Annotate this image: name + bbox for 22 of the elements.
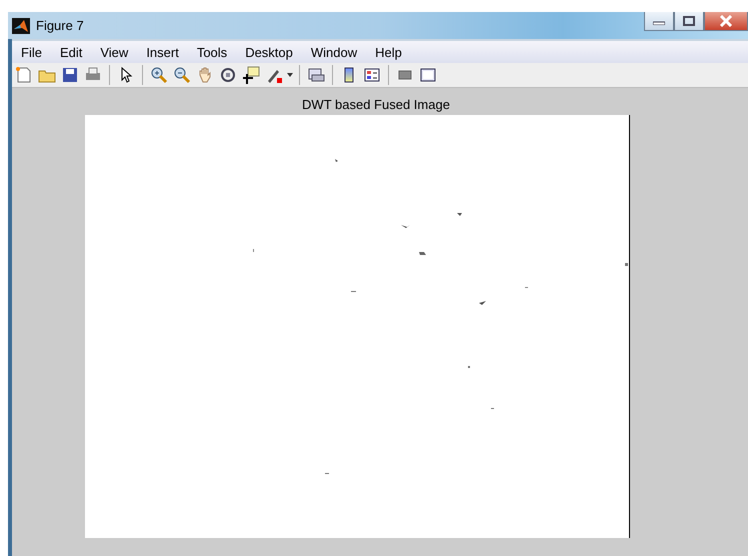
menu-item[interactable]: File [12, 44, 51, 60]
menu-item[interactable]: Edit [50, 44, 92, 60]
zoom-out-icon[interactable] [172, 65, 192, 85]
caret-icon[interactable] [287, 73, 293, 77]
save-icon[interactable] [60, 65, 80, 85]
maximize-icon [683, 16, 695, 26]
minimize-button[interactable] [644, 12, 674, 31]
maximize-button[interactable] [674, 12, 704, 31]
menu-item[interactable]: Insert [137, 44, 188, 60]
close-button[interactable] [704, 12, 748, 31]
menu-item[interactable]: Tools [188, 44, 236, 60]
menu-item[interactable]: View [91, 44, 138, 60]
logo-icon [12, 18, 30, 34]
plot-title: DWT based Fused Image [302, 97, 450, 112]
menu-item[interactable]: Desktop [236, 44, 302, 60]
window-title: Figure 7 [36, 18, 85, 33]
rotate-icon[interactable] [218, 65, 238, 85]
data-cursor-icon[interactable] [241, 65, 261, 85]
zoom-in-icon[interactable] [149, 65, 169, 85]
close-icon [719, 15, 733, 27]
menu-item[interactable]: Help [366, 44, 411, 60]
menu-item[interactable]: Window [302, 44, 366, 60]
